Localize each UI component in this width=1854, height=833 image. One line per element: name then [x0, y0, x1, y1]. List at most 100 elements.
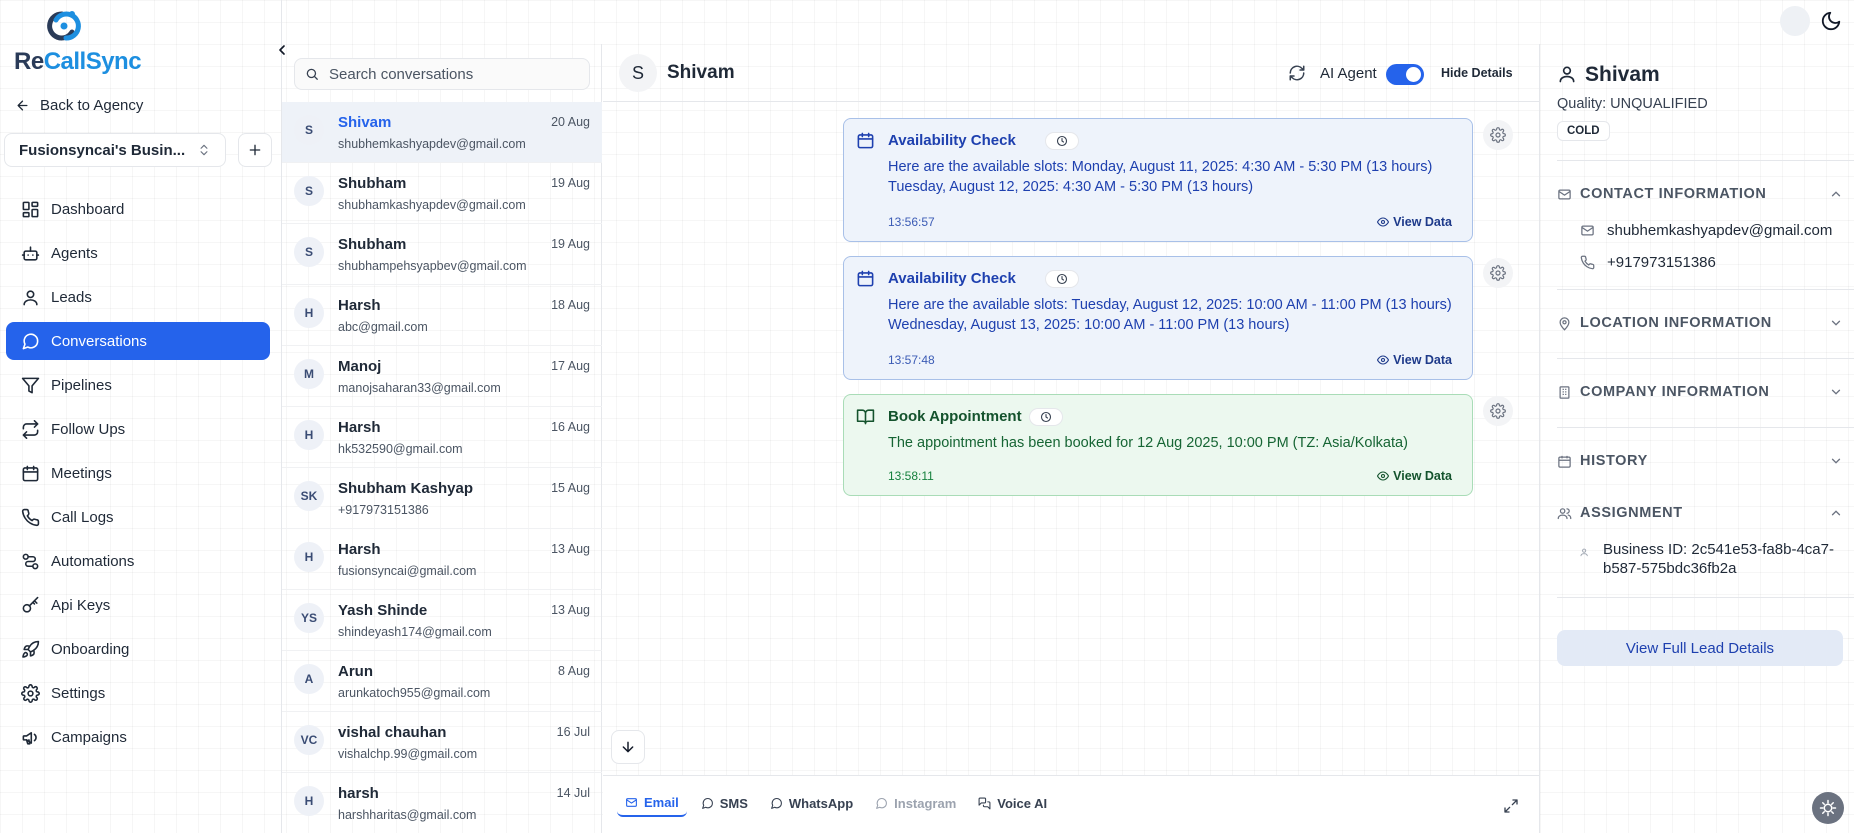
list-item[interactable]: S Shubham shubhamkashyapdev@gmail.com 19 Au… — [282, 163, 602, 224]
section-company-information[interactable]: COMPANY INFORMATION — [1557, 384, 1843, 400]
search-icon — [306, 68, 318, 80]
conversation-date: 14 Jul — [556, 786, 590, 800]
expand-icon[interactable] — [1503, 798, 1519, 814]
tab-whatsapp[interactable]: WhatsApp — [762, 790, 861, 817]
add-business-button[interactable] — [238, 133, 272, 167]
dashboard-icon — [22, 201, 38, 217]
list-item[interactable]: VC vishal chauhan vishalchp.99@gmail.com 16… — [282, 712, 602, 773]
sidebar-item-api-keys[interactable]: Api Keys — [6, 586, 270, 624]
view-full-lead-details-button[interactable]: View Full Lead Details — [1557, 630, 1843, 666]
list-item[interactable]: H Harsh abc@gmail.com 18 Aug — [282, 285, 602, 346]
sidebar-item-settings[interactable]: Settings — [6, 674, 270, 712]
card-settings-button[interactable] — [1483, 396, 1513, 426]
nav-icon-wrap — [19, 198, 41, 220]
back-to-agency-link[interactable]: Back to Agency — [15, 97, 143, 114]
sidebar-item-leads[interactable]: Leads — [6, 278, 270, 316]
back-to-agency-label: Back to Agency — [40, 97, 144, 114]
section-contact-information[interactable]: CONTACT INFORMATION — [1557, 186, 1843, 202]
sidebar-item-label: Meetings — [51, 464, 112, 482]
sidebar-item-automations[interactable]: Automations — [6, 542, 270, 580]
sidebar-item-conversations[interactable]: Conversations — [6, 322, 270, 360]
card-text: Here are the available slots: Tuesday, A… — [888, 295, 1452, 335]
conversation-name: Arun — [338, 663, 373, 680]
chevron-down-icon — [1831, 389, 1841, 395]
sidebar-item-label: Automations — [51, 552, 135, 570]
sidebar-item-agents[interactable]: Agents — [6, 234, 270, 272]
section-assignment[interactable]: ASSIGNMENT — [1557, 505, 1843, 521]
brand-name: ReCallSync — [14, 48, 142, 75]
section-history[interactable]: HISTORY — [1557, 453, 1843, 469]
chevron-up-icon — [1831, 191, 1841, 197]
chat-contact-name: Shivam — [667, 62, 735, 83]
building-icon — [1559, 385, 1570, 399]
scroll-to-bottom-button[interactable] — [611, 730, 645, 764]
list-item[interactable]: S Shivam shubhemkashyapdev@gmail.com 20 Aug — [282, 102, 602, 163]
list-item[interactable]: YS Yash Shinde shindeyash174@gmail.com 13 A… — [282, 590, 602, 651]
section-title: LOCATION INFORMATION — [1580, 315, 1772, 331]
conversation-date: 13 Aug — [551, 603, 590, 617]
card-timestamp: 13:58:11 — [888, 469, 934, 483]
view-data-button[interactable]: View Data — [1377, 469, 1452, 483]
rocket-icon — [21, 640, 39, 658]
sidebar-item-pipelines[interactable]: Pipelines — [6, 366, 270, 404]
list-item[interactable]: SK Shubham Kashyap +917973151386 15 Aug — [282, 468, 602, 529]
sidebar-item-onboarding[interactable]: Onboarding — [6, 630, 270, 668]
card-text-line: Here are the available slots: Monday, Au… — [888, 159, 1433, 175]
conversation-name: Yash Shinde — [338, 602, 428, 619]
sidebar-item-meetings[interactable]: Meetings — [6, 454, 270, 492]
view-data-label: View Data — [1393, 215, 1452, 229]
list-item[interactable]: A Arun arunkatoch955@gmail.com 8 Aug — [282, 651, 602, 712]
tab-instagram[interactable]: Instagram — [867, 790, 964, 817]
avatar: YS — [294, 603, 324, 633]
avatar: M — [294, 359, 324, 389]
user-avatar[interactable] — [1780, 6, 1810, 36]
view-data-button[interactable]: View Data — [1377, 215, 1452, 229]
search-box[interactable] — [294, 58, 590, 90]
avatar: S — [294, 176, 324, 206]
eye-icon — [1377, 471, 1390, 481]
moon-icon[interactable] — [1820, 10, 1842, 32]
list-item[interactable]: Hharsh harshharitas@gmail.com 14 Jul — [282, 773, 602, 833]
section-location-information[interactable]: LOCATION INFORMATION — [1557, 315, 1843, 331]
search-input[interactable] — [329, 65, 569, 83]
arrow-down-icon — [622, 741, 634, 753]
tab-email[interactable]: Email — [617, 790, 687, 817]
tab-label: Instagram — [894, 796, 957, 811]
business-select[interactable]: Fusionsyncai's Busin... — [4, 133, 226, 167]
sidebar-item-label: Pipelines — [51, 376, 112, 394]
eye-icon — [1377, 217, 1390, 227]
tool-call-card: Availability Check Here are the available… — [843, 256, 1473, 380]
debug-button[interactable] — [1812, 792, 1844, 824]
card-settings-button[interactable] — [1483, 258, 1513, 288]
mail-icon — [626, 798, 637, 807]
refresh-icon[interactable] — [1288, 64, 1306, 82]
conversation-date: 8 Aug — [558, 664, 590, 678]
view-data-button[interactable]: View Data — [1377, 353, 1452, 367]
conversation-date: 16 Jul — [556, 725, 590, 739]
sidebar-item-call-logs[interactable]: Call Logs — [6, 498, 270, 536]
hide-details-button[interactable]: Hide Details — [1441, 66, 1513, 80]
sidebar-item-dashboard[interactable]: Dashboard — [6, 190, 270, 228]
chat-bubble-icon — [701, 798, 713, 809]
list-item[interactable]: M Manoj manojsaharan33@gmail.com 17 Aug — [282, 346, 602, 407]
list-item[interactable]: H Harsh fusionsyncai@gmail.com 13 Aug — [282, 529, 602, 590]
conversation-name: harsh — [338, 785, 379, 802]
contact-email-row[interactable]: shubhemkashyapdev@gmail.com — [1580, 222, 1832, 239]
list-item[interactable]: S Shubham shubhampehsyapbev@gmail.com 19 Au… — [282, 224, 602, 285]
sidebar: ReCallSync Back to Agency Fusionsyncai's… — [0, 0, 285, 833]
conversation-contact: harshharitas@gmail.com — [338, 808, 477, 822]
sidebar-item-follow-ups[interactable]: Follow Ups — [6, 410, 270, 448]
calendar-icon — [857, 270, 874, 287]
tab-sms[interactable]: SMS — [693, 790, 756, 817]
sidebar-item-label: Campaigns — [51, 728, 127, 746]
contact-phone-row[interactable]: +917973151386 — [1580, 254, 1716, 271]
ai-agent-toggle[interactable] — [1386, 64, 1424, 85]
contact-phone: +917973151386 — [1607, 254, 1716, 271]
list-item[interactable]: H Harsh hk532590@gmail.com 16 Aug — [282, 407, 602, 468]
card-settings-button[interactable] — [1483, 120, 1513, 150]
sidebar-item-campaigns[interactable]: Campaigns — [6, 718, 270, 756]
logo[interactable]: ReCallSync — [14, 8, 142, 75]
tab-voice-ai[interactable]: Voice AI — [970, 790, 1055, 817]
card-text: The appointment has been booked for 12 A… — [888, 433, 1408, 453]
card-icon — [856, 269, 875, 288]
